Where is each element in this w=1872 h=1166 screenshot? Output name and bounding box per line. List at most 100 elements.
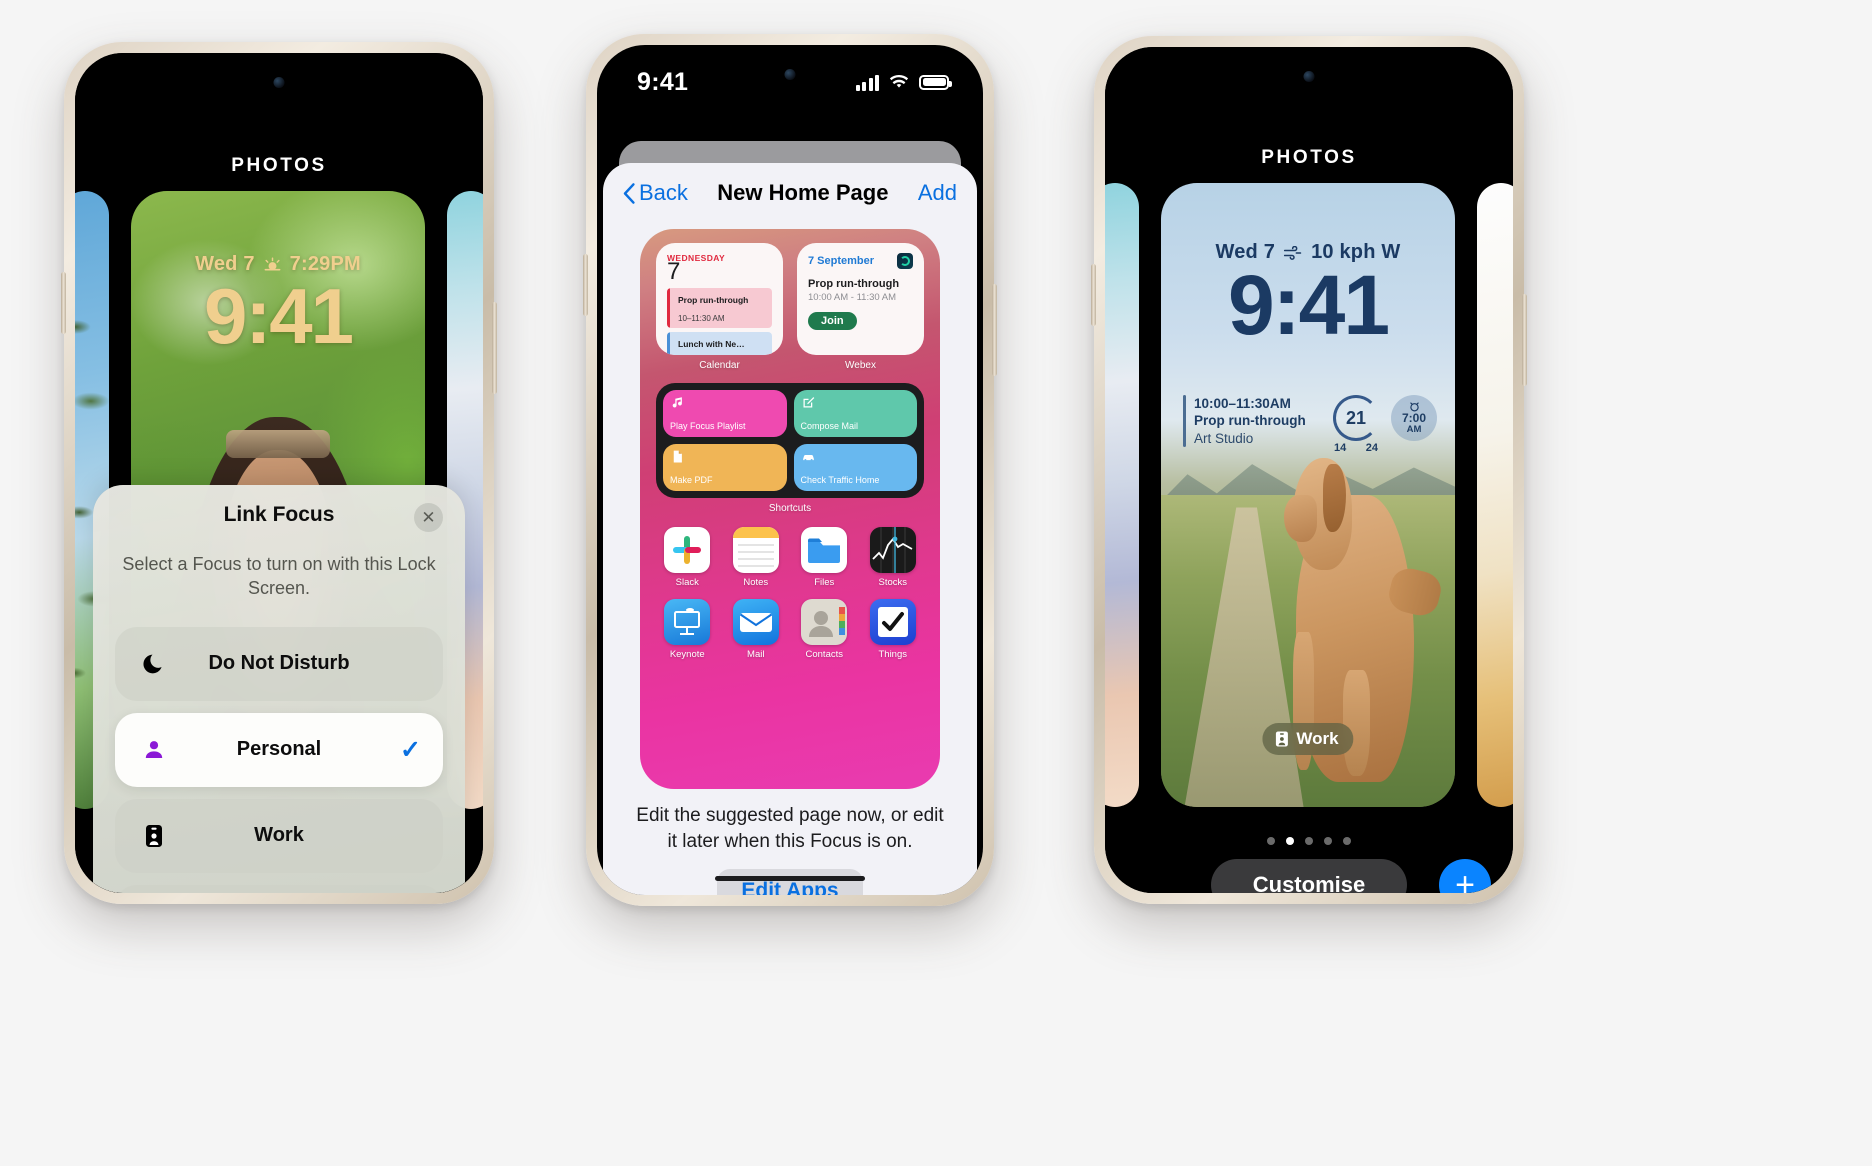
chevron-left-icon <box>623 182 635 204</box>
home-indicator[interactable] <box>715 875 865 881</box>
home-page-preview[interactable]: WEDNESDAY 7 Prop run-through 10–11:30 AM <box>640 229 940 789</box>
volume-buttons[interactable] <box>583 254 588 316</box>
page-dot-active[interactable] <box>1286 837 1294 845</box>
webex-widget[interactable]: 7 September Prop run-through 10:00 AM - … <box>797 243 924 355</box>
wallpaper-card-active[interactable]: Wed 7 10 kph W 9:41 10:00–11:30AM Prop r… <box>1161 183 1455 807</box>
shortcuts-widget-wrap: Play Focus Playlist Compose Mail Make PD… <box>656 383 924 514</box>
focus-option-personal[interactable]: Personal ✓ <box>115 712 443 787</box>
webex-meeting-time: 10:00 AM - 11:30 AM <box>808 292 897 303</box>
shortcut-make-pdf[interactable]: Make PDF <box>663 444 787 491</box>
shortcuts-widget[interactable]: Play Focus Playlist Compose Mail Make PD… <box>656 383 924 498</box>
shortcuts-grid: Play Focus Playlist Compose Mail Make PD… <box>663 390 917 491</box>
app-files[interactable]: Files <box>793 527 856 588</box>
contacts-icon <box>801 599 848 645</box>
temperature-low: 14 <box>1334 442 1347 454</box>
music-note-icon <box>672 397 682 408</box>
mail-icon <box>732 599 779 645</box>
app-slack[interactable]: Slack <box>656 527 719 588</box>
lockscreen-clock: 9:41 <box>203 272 354 360</box>
widget-row-top: WEDNESDAY 7 Prop run-through 10–11:30 AM <box>656 243 924 371</box>
focus-list: Do Not Disturb Personal ✓ Work <box>115 626 443 893</box>
app-label: Contacts <box>805 649 844 660</box>
focus-option-label: Work <box>254 824 304 846</box>
lockscreen-overlay-right: Wed 7 10 kph W 9:41 <box>1161 241 1455 347</box>
app-things[interactable]: Things <box>862 599 925 660</box>
add-button[interactable]: Add <box>918 180 957 206</box>
join-button[interactable]: Join <box>808 312 857 330</box>
phone-left: PHOTOS Wed 7 7:29PM 9:41 Link Focus ✕ Se… <box>61 42 497 904</box>
slack-icon <box>664 527 711 573</box>
wallpaper-rail[interactable]: Wed 7 10 kph W 9:41 10:00–11:30AM Prop r… <box>1105 183 1513 807</box>
focus-option-label: Do Not Disturb <box>208 652 350 674</box>
page-dots[interactable] <box>1105 837 1513 845</box>
customise-button[interactable]: Customise <box>1211 859 1407 893</box>
temperature-high: 24 <box>1365 442 1378 454</box>
app-label: Slack <box>675 577 699 588</box>
event-body: Lunch with Ne… 12–12:30 PM <box>675 332 772 355</box>
shortcut-play-focus-playlist[interactable]: Play Focus Playlist <box>663 390 787 437</box>
sunglasses <box>225 429 331 459</box>
sunset-icon <box>264 257 281 271</box>
page-title: New Home Page <box>717 180 889 205</box>
calendar-widget[interactable]: WEDNESDAY 7 Prop run-through 10–11:30 AM <box>656 243 783 355</box>
wallpaper-chooser: PHOTOS <box>75 53 483 893</box>
calendar-event: Prop run-through 10–11:30 AM <box>667 287 772 328</box>
plus-icon[interactable]: + <box>1439 859 1491 893</box>
lockscreen-overlay-left: Wed 7 7:29PM 9:41 <box>131 253 425 360</box>
edit-apps-button[interactable]: Edit Apps <box>717 869 863 895</box>
focus-chip-work[interactable]: Work <box>1262 723 1354 755</box>
calendar-day-number: 7 <box>667 258 681 285</box>
event-time: 10:00–11:30AM <box>1194 396 1291 411</box>
page-dot[interactable] <box>1267 837 1275 845</box>
checkmark-icon: ✓ <box>400 735 421 764</box>
shortcut-check-traffic-home[interactable]: Check Traffic Home <box>793 444 917 491</box>
event-color-bar <box>667 331 670 355</box>
power-button[interactable] <box>992 284 997 376</box>
calendar-event: Lunch with Ne… 12–12:30 PM <box>667 331 772 355</box>
lockscreen-alarm-widget[interactable]: 7:00 AM <box>1391 395 1437 441</box>
phone-center: 9:41 Back New Home Page Add WEDNESDAY 7 … <box>583 34 997 906</box>
page-dot[interactable] <box>1305 837 1313 845</box>
app-keynote[interactable]: Keynote <box>656 599 719 660</box>
wallpaper-card-previous[interactable] <box>1105 183 1139 807</box>
keynote-icon <box>664 599 711 645</box>
app-stocks[interactable]: Stocks <box>862 527 925 588</box>
page-dot[interactable] <box>1324 837 1332 845</box>
lockscreen-temperature-widget[interactable]: 21 14 24 <box>1333 395 1379 454</box>
focus-option-do-not-disturb[interactable]: Do Not Disturb <box>115 626 443 701</box>
event-title: Prop run-through <box>1194 413 1306 429</box>
power-button[interactable] <box>1522 294 1527 386</box>
phone-right: PHOTOS Wed 7 10 kph W 9:41 10:00–11:30AM… <box>1091 36 1527 904</box>
power-button[interactable] <box>492 302 497 394</box>
focus-option-work[interactable]: Work <box>115 798 443 873</box>
alarm-time: 7:00 <box>1401 411 1427 426</box>
front-camera-icon <box>1303 71 1315 82</box>
app-mail[interactable]: Mail <box>725 599 788 660</box>
screenshot-stage: PHOTOS Wed 7 7:29PM 9:41 Link Focus ✕ Se… <box>0 0 1872 1166</box>
dog-snout <box>1284 495 1317 542</box>
webex-widget-wrap: 7 September Prop run-through 10:00 AM - … <box>797 243 924 371</box>
temperature-current: 21 <box>1345 407 1367 428</box>
volume-buttons[interactable] <box>1091 264 1096 326</box>
document-icon <box>673 450 682 463</box>
page-dot[interactable] <box>1343 837 1351 845</box>
phone-center-screen: 9:41 Back New Home Page Add WEDNESDAY 7 … <box>597 45 983 895</box>
event-title: Prop run-through <box>678 294 749 305</box>
status-bar: 9:41 <box>597 45 983 103</box>
app-contacts[interactable]: Contacts <box>793 599 856 660</box>
signal-bars-icon <box>855 74 879 91</box>
app-notes[interactable]: Notes <box>725 527 788 588</box>
lockscreen-calendar-widget[interactable]: 10:00–11:30AM Prop run-through Art Studi… <box>1183 395 1321 447</box>
back-button[interactable]: Back <box>623 180 688 206</box>
link-focus-modal: Link Focus ✕ Select a Focus to turn on w… <box>93 485 465 893</box>
volume-buttons[interactable] <box>61 272 66 334</box>
footer-text-line-1: Edit the suggested page now, or edit <box>636 805 944 826</box>
focus-option-reading[interactable]: Reading <box>115 884 443 893</box>
app-label: Things <box>878 649 907 660</box>
webex-meeting-title: Prop run-through <box>808 278 900 290</box>
shortcut-compose-mail[interactable]: Compose Mail <box>793 390 917 437</box>
status-time: 9:41 <box>637 67 689 96</box>
wallpaper-card-next[interactable] <box>1477 183 1513 807</box>
chooser-label-photos: PHOTOS <box>1261 147 1357 168</box>
close-icon[interactable]: ✕ <box>414 503 443 532</box>
